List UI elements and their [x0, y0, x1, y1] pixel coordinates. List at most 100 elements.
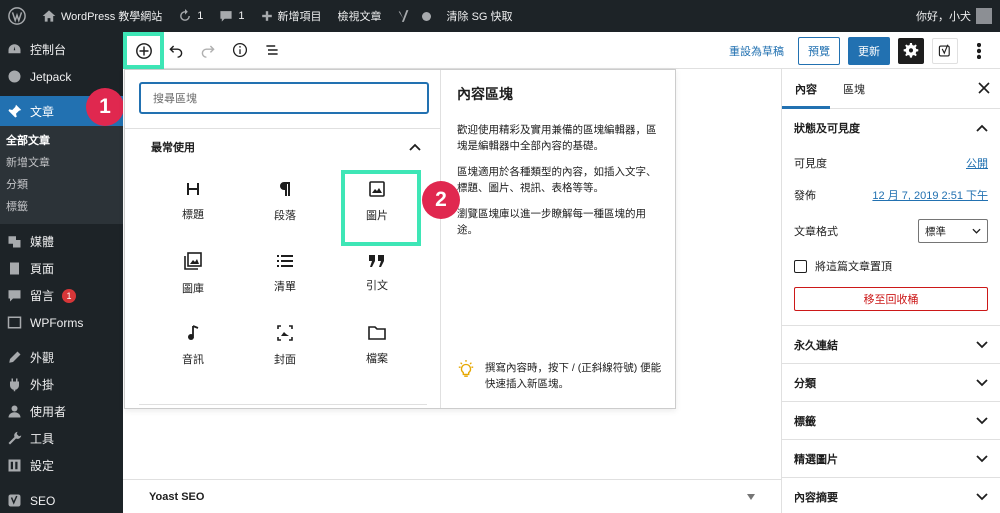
category-header-most-used[interactable]: 最常使用	[151, 138, 421, 156]
more-menu-button[interactable]	[966, 38, 992, 64]
inserter-bottom-divider	[139, 404, 427, 405]
block-audio[interactable]: 音訊	[147, 310, 239, 382]
yoast-icon	[938, 44, 950, 57]
menu-tools[interactable]: 工具	[0, 425, 123, 452]
appearance-icon	[6, 350, 22, 366]
plus-circle-icon	[135, 42, 152, 59]
menu-plugins[interactable]: 外掛	[0, 371, 123, 398]
post-format-select[interactable]: 標準	[918, 219, 988, 243]
panel-categories[interactable]: 分類	[782, 364, 1000, 402]
preview-button[interactable]: 預覽	[798, 37, 840, 65]
home-icon	[42, 10, 56, 22]
user-icon	[6, 404, 22, 420]
tools-icon	[6, 431, 22, 447]
yoast-seo-panel-toggle[interactable]: Yoast SEO	[123, 479, 781, 513]
settings-sidebar: 內容 區塊 狀態及可見度 可見度 公開 發佈 12 月 7, 2019 2:51…	[781, 69, 1000, 513]
chevron-up-icon	[976, 124, 988, 132]
block-image[interactable]: 圖片	[331, 166, 423, 246]
gear-icon	[903, 43, 919, 58]
redo-button[interactable]	[195, 37, 221, 63]
chevron-down-icon	[976, 454, 988, 462]
clear-cache-link[interactable]: 清除 SG 快取	[439, 0, 521, 32]
panel-featured-image[interactable]: 精選圖片	[782, 440, 1000, 478]
block-list[interactable]: 清單	[239, 238, 331, 310]
yoast-icon	[398, 10, 408, 22]
admin-bar: WordPress 教學網站 1 1 新增項目 檢視文章 清除 SG 快取 你好…	[0, 0, 1000, 32]
list-view-icon	[266, 45, 278, 55]
menu-pages[interactable]: 頁面	[0, 255, 123, 282]
new-item-link[interactable]: 新增項目	[253, 0, 330, 32]
yoast-adminbar-link[interactable]	[390, 0, 439, 32]
submenu-all-posts[interactable]: 全部文章	[0, 130, 123, 152]
menu-users[interactable]: 使用者	[0, 398, 123, 425]
settings-toggle-button[interactable]	[898, 38, 924, 64]
panel-tags[interactable]: 標籤	[782, 402, 1000, 440]
menu-appearance[interactable]: 外觀	[0, 344, 123, 371]
list-icon	[277, 255, 293, 267]
redo-icon	[201, 45, 215, 58]
account-menu[interactable]: 你好，小犬	[908, 0, 1000, 32]
block-quote[interactable]: 引文	[331, 238, 423, 310]
image-icon	[369, 181, 385, 197]
publish-date-toggle[interactable]: 12 月 7, 2019 2:51 下午	[872, 187, 988, 203]
update-button[interactable]: 更新	[848, 37, 890, 65]
tab-document[interactable]: 內容	[782, 69, 830, 109]
submenu-add-new[interactable]: 新增文章	[0, 152, 123, 174]
updates-link[interactable]: 1	[170, 0, 211, 32]
sticky-checkbox-row[interactable]: 將這篇文章置頂	[782, 251, 1000, 281]
chevron-up-icon	[409, 143, 421, 151]
yoast-icon	[6, 493, 22, 509]
switch-to-draft-button[interactable]: 重設為草稿	[723, 43, 790, 59]
caret-down-icon	[747, 493, 755, 500]
panel-permalink[interactable]: 永久連結	[782, 326, 1000, 364]
plus-icon	[261, 11, 272, 21]
comments-link[interactable]: 1	[211, 0, 252, 32]
site-name: WordPress 教學網站	[61, 11, 163, 23]
block-heading[interactable]: 標題	[147, 166, 239, 238]
content-info-button[interactable]	[227, 37, 253, 63]
tab-block[interactable]: 區塊	[830, 69, 878, 109]
inserter-info-panel: 內容區塊 歡迎使用精彩及實用兼備的區塊編輯器，區塊是編輯器中全部內容的基礎。 區…	[441, 70, 675, 408]
menu-seo[interactable]: SEO	[0, 487, 123, 513]
block-navigation-button[interactable]	[259, 37, 285, 63]
chevron-down-icon	[976, 416, 988, 424]
submenu-categories[interactable]: 分類	[0, 174, 123, 196]
chevron-down-icon	[976, 340, 988, 348]
inserter-tip: 撰寫內容時，按下 / (正斜線符號) 便能快速插入新區塊。	[457, 360, 663, 392]
page-icon	[6, 261, 22, 277]
block-file[interactable]: 檔案	[331, 310, 423, 382]
panel-excerpt[interactable]: 內容摘要	[782, 478, 1000, 513]
sticky-checkbox[interactable]	[794, 259, 807, 273]
move-to-trash-button[interactable]: 移至回收桶	[794, 287, 988, 311]
menu-settings[interactable]: 設定	[0, 452, 123, 479]
block-gallery[interactable]: 圖庫	[147, 238, 239, 310]
menu-dashboard[interactable]: 控制台	[0, 36, 123, 63]
file-icon	[368, 326, 386, 340]
info-paragraph-3: 瀏覽區塊庫以進一步瞭解每一種區塊的用途。	[457, 208, 646, 236]
status-visibility-header[interactable]: 狀態及可見度	[782, 109, 1000, 147]
close-icon[interactable]	[978, 82, 990, 94]
wp-logo-menu[interactable]	[0, 0, 34, 32]
block-cover[interactable]: 封面	[239, 310, 331, 382]
comments-count: 1	[238, 10, 245, 22]
media-icon	[6, 234, 22, 250]
yoast-toolbar-button[interactable]	[932, 38, 958, 64]
menu-media[interactable]: 媒體	[0, 228, 123, 255]
block-paragraph[interactable]: 段落	[239, 166, 331, 238]
menu-comments[interactable]: 留言 1	[0, 282, 123, 309]
step-marker-1: 1	[86, 88, 124, 126]
audio-icon	[188, 325, 199, 340]
visibility-toggle[interactable]: 公開	[966, 155, 988, 171]
sidebar-tabs: 內容 區塊	[782, 69, 1000, 109]
undo-button[interactable]	[163, 37, 189, 63]
menu-wpforms[interactable]: WPForms	[0, 309, 123, 336]
submenu-tags[interactable]: 標籤	[0, 196, 123, 218]
block-search-input[interactable]: 搜尋區塊	[139, 82, 429, 114]
menu-jetpack[interactable]: Jetpack	[0, 63, 123, 90]
wordpress-icon	[8, 7, 26, 25]
block-inserter-popover: 搜尋區塊 最常使用 標題 段落 圖片 圖庫 清單 引文 音訊 封面 檔案 內容區…	[124, 69, 676, 409]
site-name-link[interactable]: WordPress 教學網站	[34, 0, 170, 32]
block-inserter-button[interactable]	[123, 32, 164, 69]
chevron-down-icon	[972, 228, 981, 234]
view-post-link[interactable]: 檢視文章	[330, 0, 390, 32]
